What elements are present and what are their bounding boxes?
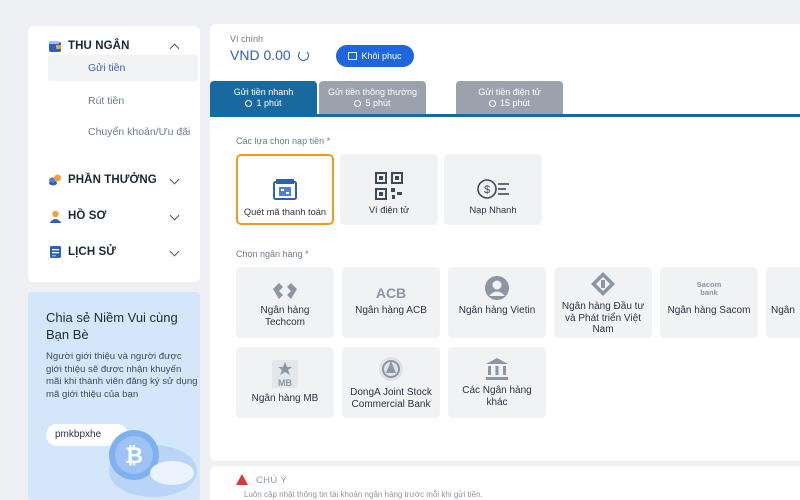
bank-techcom[interactable]: Ngân hàng Techcom (236, 267, 334, 338)
sidebar-item-transfer[interactable]: Chuyển khoản/Ưu đãi (48, 125, 198, 139)
notice-title: CHÚ Ý (256, 475, 288, 486)
bank-sacom[interactable]: Sacom bank Ngân hàng Sacom (660, 267, 758, 338)
user-icon (48, 209, 62, 223)
fast-coin-icon: $ (444, 154, 542, 200)
menu-cashier-label: THU NGÂN (68, 40, 130, 52)
deposit-option-label: Ví điện tử (368, 205, 410, 215)
chevron-up-icon[interactable] (169, 43, 180, 54)
acb-logo-icon: ACB (375, 284, 407, 301)
bank-bidv[interactable]: Ngân hàng Đầu tư và Phát triển Việt Nam (554, 267, 652, 338)
deposit-option-fast[interactable]: $ Nạp Nhanh (444, 154, 542, 225)
wallet-restore-icon (348, 52, 358, 60)
bitcoin-coin-icon: ₿ (109, 430, 197, 497)
vietinbank-logo-icon (448, 267, 546, 301)
coins-icon (48, 173, 62, 187)
notice-panel: CHÚ Ý Luôn cập nhật thông tin tài khoản … (210, 466, 800, 500)
referral-card: Chia sẻ Niềm Vui cùng Bạn Bè Người giới … (28, 292, 200, 500)
bank-building-icon (448, 347, 546, 381)
bidv-logo-icon (554, 267, 652, 297)
tab-fast-deposit-time: 1 phút (256, 98, 282, 108)
tab-normal-deposit[interactable]: Gửi tiền thông thường 5 phút (319, 81, 426, 114)
tab-underline (210, 114, 800, 117)
bank-label: Ngân hàng MB (251, 393, 319, 404)
bank-label: Ngân hàng Techcom (260, 305, 310, 328)
bank-select-label: Chọn ngân hàng * (236, 249, 309, 259)
referral-title: Chia sẻ Niềm Vui cùng Bạn Bè (46, 310, 178, 342)
deposit-option-label: Nạp Nhanh (469, 205, 517, 215)
mb-logo-icon: MB (236, 347, 334, 389)
tab-crypto-deposit-time: 15 phút (499, 98, 531, 108)
bank-label: Ngân hàng Vietin (458, 305, 536, 316)
menu-profile-label: HỒ SƠ (68, 210, 107, 222)
bank-others[interactable]: Các Ngân hàng khác (448, 347, 546, 418)
referral-description: Người giới thiệu và người được giới thiệ… (46, 351, 198, 400)
restore-button-label: Khôi phục (361, 51, 402, 61)
warning-icon (236, 474, 248, 485)
tab-crypto-deposit-label: Gửi tiền điện tử (478, 87, 541, 97)
bank-label: Các Ngân hàng khác (462, 385, 532, 408)
sidebar-item-withdraw[interactable]: Rút tiền (48, 94, 198, 108)
wallet-label: Ví chính (230, 34, 264, 44)
tab-normal-deposit-label: Gửi tiền thông thường (327, 87, 417, 97)
bank-mb[interactable]: MB Ngân hàng MB (236, 347, 334, 418)
chevron-down-icon[interactable] (169, 210, 180, 221)
clock-icon (245, 100, 253, 107)
bank-logo-icon (766, 267, 800, 301)
menu-cashier[interactable]: THU NGÂN (48, 39, 130, 53)
chevron-down-icon[interactable] (169, 174, 180, 185)
bank-label: Ngân hàng Sacom (667, 305, 751, 316)
wallet-balance-value: VND 0.00 (230, 47, 291, 63)
notice-text: Luôn cập nhật thông tin tài khoản ngân h… (244, 490, 483, 499)
sacombank-logo-icon: Sacom bank (696, 280, 722, 297)
menu-profile[interactable]: HỒ SƠ (48, 209, 106, 223)
chevron-down-icon[interactable] (169, 246, 180, 257)
bank-acb[interactable]: ACB Ngân hàng ACB (342, 267, 440, 338)
menu-rewards[interactable]: PHẦN THƯỞNG (48, 173, 157, 187)
bank-label: Ngân hàng Đầu tư và Phát triển Việt Nam (561, 301, 645, 335)
clock-icon (354, 100, 362, 107)
restore-button[interactable]: Khôi phục (336, 45, 414, 67)
bank-partial[interactable]: Ngân (766, 267, 800, 338)
deposit-option-label: Quét mã thanh toán (243, 207, 327, 217)
menu-history-label: LỊCH SỬ (68, 246, 116, 258)
tab-fast-deposit[interactable]: Gửi tiền nhanh 1 phút (210, 81, 317, 114)
refresh-icon[interactable] (297, 49, 309, 61)
menu-history[interactable]: LỊCH SỬ (48, 245, 116, 259)
bank-label: Ngân hàng ACB (355, 305, 427, 316)
deposit-options-label: Các lựa chọn nạp tiền * (236, 136, 331, 146)
svg-text:$: $ (484, 184, 490, 196)
bank-vietin[interactable]: Ngân hàng Vietin (448, 267, 546, 338)
wallet-balance: VND 0.00 (230, 47, 309, 63)
qr-scan-icon (238, 156, 332, 202)
tab-normal-deposit-time: 5 phút (365, 98, 391, 108)
main-panel: Ví chính VND 0.00 Khôi phục Gửi tiền nha… (210, 24, 800, 461)
sidebar-item-deposit[interactable]: Gửi tiền (48, 55, 198, 81)
svg-text:MB: MB (278, 378, 292, 388)
menu-rewards-label: PHẦN THƯỞNG (68, 174, 157, 186)
bank-label: DongA Joint Stock Commercial Bank (350, 387, 432, 410)
deposit-option-qr-scan[interactable]: Quét mã thanh toán (236, 154, 334, 225)
bank-donga[interactable]: DongA Joint Stock Commercial Bank (342, 347, 440, 418)
sidebar-menu: THU NGÂN Gửi tiền Rút tiền Chuyển khoản/… (28, 26, 200, 282)
clock-icon (488, 100, 496, 107)
wallet-icon (48, 39, 62, 53)
tab-crypto-deposit[interactable]: Gửi tiền điện tử 15 phút (456, 81, 563, 114)
tab-fast-deposit-label: Gửi tiền nhanh (233, 87, 294, 97)
donga-logo-icon (342, 347, 440, 383)
required-mark: * (305, 249, 309, 259)
svg-text:₿: ₿ (125, 443, 143, 468)
required-mark: * (326, 136, 331, 146)
deposit-option-ewallet[interactable]: Ví điện tử (340, 154, 438, 225)
history-icon (48, 245, 62, 259)
techcombank-logo-icon (236, 267, 334, 301)
bank-label: Ngân (771, 305, 795, 316)
qr-code-icon (340, 154, 438, 200)
